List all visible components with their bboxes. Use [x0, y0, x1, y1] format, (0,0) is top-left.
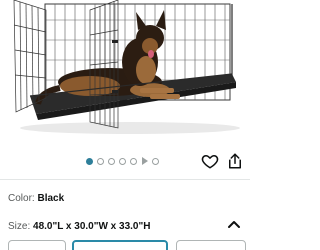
- size-value: 48.0"L x 30.0"W x 33.0"H: [33, 221, 151, 232]
- color-selector: Color: Black: [8, 193, 64, 205]
- carousel-dot[interactable]: [152, 157, 159, 165]
- size-option-card[interactable]: [8, 240, 66, 250]
- video-play-icon[interactable]: [142, 157, 148, 165]
- carousel-dots[interactable]: [86, 156, 159, 166]
- heart-icon[interactable]: [201, 152, 219, 170]
- share-icon[interactable]: [226, 152, 244, 170]
- carousel-dot[interactable]: [86, 157, 93, 165]
- size-label: Size:: [8, 221, 31, 232]
- color-label: Color:: [8, 193, 35, 204]
- carousel-dot[interactable]: [97, 157, 104, 165]
- product-image[interactable]: [0, 0, 250, 150]
- image-carousel-controls: [0, 150, 250, 172]
- dog-crate-illustration: [13, 0, 240, 134]
- size-selector: Size: 48.0"L x 30.0"W x 33.0"H: [8, 221, 150, 233]
- carousel-dot[interactable]: [119, 157, 126, 165]
- product-page: Color: Black Size: 48.0"L x 30.0"W x 33.…: [0, 0, 250, 250]
- chevron-up-icon[interactable]: [227, 216, 241, 228]
- section-divider: [0, 179, 250, 180]
- carousel-dot[interactable]: [130, 157, 137, 165]
- carousel-dot[interactable]: [108, 157, 115, 165]
- color-value: Black: [37, 193, 65, 204]
- size-option-card[interactable]: [176, 240, 246, 250]
- size-option-card-selected[interactable]: [72, 240, 168, 250]
